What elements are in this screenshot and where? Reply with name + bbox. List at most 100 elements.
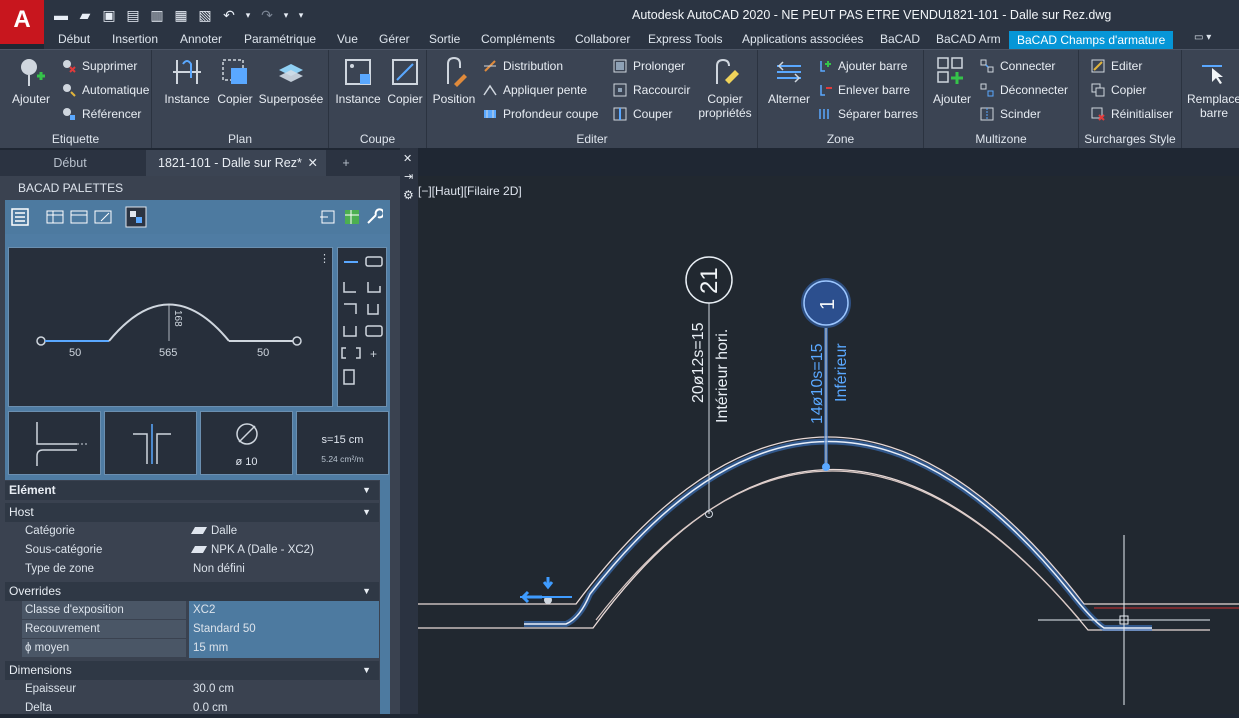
remplacer-barre-button[interactable]: Remplace barre bbox=[1186, 56, 1239, 120]
tab-debut[interactable]: Début bbox=[58, 32, 90, 49]
property-row[interactable]: Epaisseur 30.0 cm bbox=[22, 680, 379, 699]
multizone-scinder-button[interactable]: Scinder bbox=[980, 104, 1041, 124]
tab-parametrique[interactable]: Paramétrique bbox=[244, 32, 316, 49]
new-tab-button[interactable]: + bbox=[336, 150, 356, 176]
editer-profondeur-coupe-button[interactable]: Profondeur coupe bbox=[483, 104, 598, 124]
editer-appliquer-pente-button[interactable]: Appliquer pente bbox=[483, 80, 587, 100]
table-copy-icon[interactable] bbox=[69, 208, 89, 226]
section-overrides[interactable]: Overrides ▼ bbox=[5, 582, 379, 601]
surcharges-reinitialiser-button[interactable]: Réinitialiser bbox=[1091, 104, 1173, 124]
doc-tab-debut[interactable]: Début bbox=[0, 150, 140, 176]
bacad-mode-icon[interactable] bbox=[125, 206, 147, 228]
redo-icon[interactable]: ↷ bbox=[258, 6, 276, 24]
tab-insertion[interactable]: Insertion bbox=[112, 32, 158, 49]
property-value[interactable]: Standard 50 bbox=[189, 620, 379, 639]
property-value[interactable]: 15 mm bbox=[189, 639, 379, 658]
editer-copier-proprietes-button[interactable]: Copier propriétés bbox=[695, 56, 755, 120]
property-row[interactable]: Catégorie Dalle bbox=[22, 522, 379, 541]
save-icon[interactable]: ▣ bbox=[100, 6, 118, 24]
tab-bacad[interactable]: BaCAD bbox=[880, 32, 920, 49]
coupe-instance-button[interactable]: Instance bbox=[333, 56, 383, 106]
bar-shape-preview[interactable]: 50 565 50 168 ⋮ bbox=[8, 247, 333, 407]
shape-menu-icon[interactable]: ⋮ bbox=[319, 253, 330, 265]
spacing-thumbnail[interactable]: s=15 cm 5.24 cm²/m bbox=[296, 411, 389, 475]
zone-alterner-button[interactable]: Alterner bbox=[762, 56, 816, 106]
editer-distribution-button[interactable]: Distribution bbox=[483, 56, 563, 76]
new-file-icon[interactable]: ▬ bbox=[52, 6, 70, 24]
editer-prolonger-button[interactable]: Prolonger bbox=[613, 56, 685, 76]
editer-raccourcir-button[interactable]: Raccourcir bbox=[613, 80, 690, 100]
plan-copier-button[interactable]: Copier bbox=[215, 56, 255, 106]
section-element[interactable]: Elément ▼ bbox=[5, 481, 379, 500]
close-palette-icon[interactable]: ✕ bbox=[403, 152, 412, 165]
redo-dropdown-icon[interactable]: ▾ bbox=[282, 6, 290, 24]
slab-lower-outline[interactable] bbox=[418, 469, 1210, 631]
zone-ajouter-barre-button[interactable]: Ajouter barre bbox=[818, 56, 907, 76]
web-open-icon[interactable]: ▥ bbox=[148, 6, 166, 24]
surcharges-copier-button[interactable]: Copier bbox=[1091, 80, 1146, 100]
tab-annoter[interactable]: Annoter bbox=[180, 32, 222, 49]
application-menu-button[interactable]: A bbox=[0, 0, 44, 44]
property-value[interactable]: XC2 bbox=[189, 601, 379, 620]
property-row[interactable]: Delta 0.0 cm bbox=[22, 699, 379, 718]
zone-enlever-barre-button[interactable]: Enlever barre bbox=[818, 80, 910, 100]
property-row[interactable]: ϕ moyen 15 mm bbox=[22, 639, 379, 658]
zone-separer-barres-button[interactable]: Séparer barres bbox=[818, 104, 918, 124]
tab-bacad-champs-armature[interactable]: BaCAD Champs d'armature bbox=[1009, 31, 1174, 49]
spreadsheet-icon[interactable] bbox=[343, 208, 361, 226]
plan-superposee-button[interactable]: Superposée bbox=[257, 56, 325, 106]
etiquette-supprimer-button[interactable]: Supprimer bbox=[62, 56, 137, 76]
autohide-palette-icon[interactable]: ⇥ bbox=[404, 170, 413, 183]
open-folder-icon[interactable]: ▰ bbox=[76, 6, 94, 24]
slab-upper-outline[interactable] bbox=[418, 436, 1239, 605]
export-icon[interactable] bbox=[319, 208, 337, 226]
grip-arrow-down-icon[interactable] bbox=[542, 577, 554, 590]
editer-position-button[interactable]: Position bbox=[431, 56, 477, 106]
web-save-icon[interactable]: ▦ bbox=[172, 6, 190, 24]
multizone-ajouter-button[interactable]: Ajouter bbox=[928, 56, 976, 106]
table-add-icon[interactable] bbox=[45, 208, 65, 226]
section-dimensions[interactable]: Dimensions ▼ bbox=[5, 661, 379, 680]
save-as-icon[interactable]: ▤ bbox=[124, 6, 142, 24]
list-view-icon[interactable] bbox=[11, 208, 29, 226]
hook-tee-thumbnail[interactable] bbox=[104, 411, 197, 475]
diameter-thumbnail[interactable]: ø 10 bbox=[200, 411, 293, 475]
drawing-canvas[interactable]: 21 20ø12s=15 Intérieur hori. 1 14ø10s=15… bbox=[418, 176, 1239, 714]
section-host[interactable]: Host ▼ bbox=[5, 503, 379, 522]
shape-catalog-icons[interactable]: + bbox=[338, 248, 388, 408]
multizone-deconnecter-button[interactable]: Déconnecter bbox=[980, 80, 1068, 100]
tab-sortie[interactable]: Sortie bbox=[429, 32, 460, 49]
tab-collaborer[interactable]: Collaborer bbox=[575, 32, 630, 49]
close-tab-icon[interactable]: ✕ bbox=[308, 150, 318, 176]
undo-dropdown-icon[interactable]: ▾ bbox=[244, 6, 252, 24]
properties-scrollbar[interactable] bbox=[380, 480, 390, 714]
tab-express-tools[interactable]: Express Tools bbox=[648, 32, 722, 49]
etiquette-referencer-button[interactable]: Référencer bbox=[62, 104, 141, 124]
wrench-settings-icon[interactable] bbox=[365, 208, 383, 226]
undo-icon[interactable]: ↶ bbox=[220, 6, 238, 24]
property-row[interactable]: Classe d'exposition XC2 bbox=[22, 601, 379, 620]
doc-tab-file[interactable]: 1821-101 - Dalle sur Rez* ✕ bbox=[146, 150, 326, 176]
etiquette-ajouter-button[interactable]: Ajouter bbox=[8, 56, 54, 106]
property-row[interactable]: Type de zone Non défini bbox=[22, 560, 379, 579]
ribbon-display-toggle-icon[interactable]: ▭ ▾ bbox=[1194, 32, 1211, 49]
editer-couper-button[interactable]: Couper bbox=[613, 104, 672, 124]
tab-bacad-arm[interactable]: BaCAD Arm bbox=[936, 32, 1001, 49]
tab-complements[interactable]: Compléments bbox=[481, 32, 555, 49]
coupe-copier-button[interactable]: Copier bbox=[385, 56, 425, 106]
viewport-controls-label[interactable]: [−][Haut][Filaire 2D] bbox=[418, 184, 522, 198]
multizone-connecter-button[interactable]: Connecter bbox=[980, 56, 1055, 76]
hook-left-thumbnail[interactable] bbox=[8, 411, 101, 475]
surcharges-editer-button[interactable]: Editer bbox=[1091, 56, 1142, 76]
property-row[interactable]: Recouvrement Standard 50 bbox=[22, 620, 379, 639]
customize-qat-icon[interactable]: ▾ bbox=[296, 6, 306, 24]
tab-vue[interactable]: Vue bbox=[337, 32, 358, 49]
table-edit-icon[interactable] bbox=[93, 208, 113, 226]
tab-applications-associees[interactable]: Applications associées bbox=[742, 32, 863, 49]
etiquette-automatique-button[interactable]: Automatique bbox=[62, 80, 149, 100]
tab-gerer[interactable]: Gérer bbox=[379, 32, 410, 49]
plot-icon[interactable]: ▧ bbox=[196, 6, 214, 24]
palette-properties-icon[interactable]: ⚙ bbox=[403, 188, 414, 202]
plan-instance-button[interactable]: Instance bbox=[162, 56, 212, 106]
property-row[interactable]: Sous-catégorie NPK A (Dalle - XC2) bbox=[22, 541, 379, 560]
